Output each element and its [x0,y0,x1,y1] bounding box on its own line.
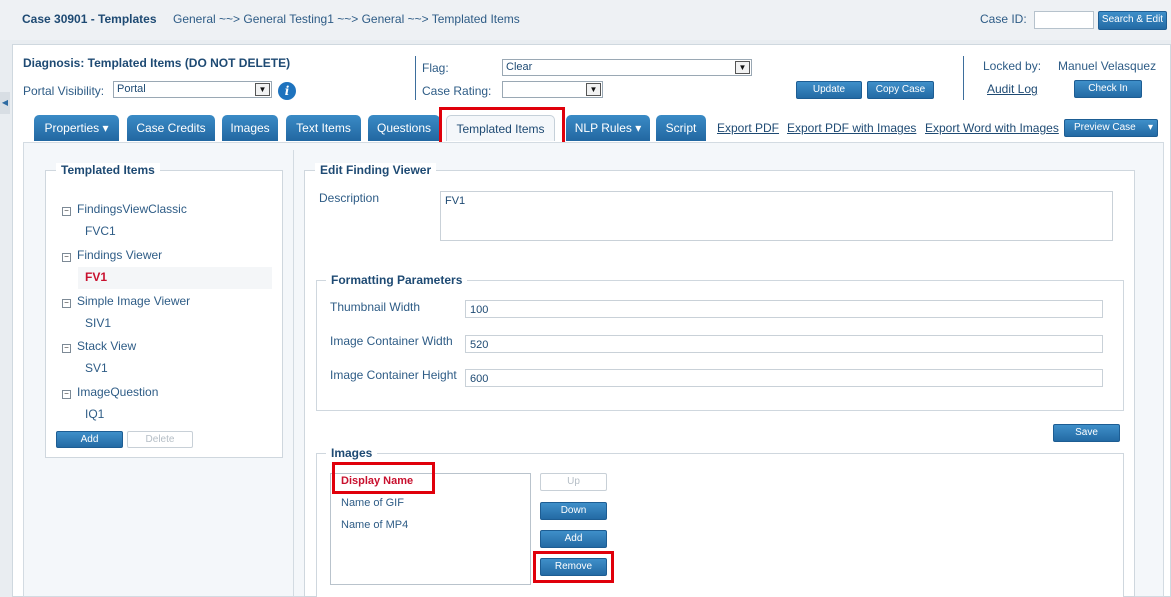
thumbnail-width-label: Thumbnail Width [330,300,421,314]
preview-case-button[interactable]: Preview Case ▾ [1064,119,1158,137]
portal-visibility-label: Portal Visibility: [23,84,105,98]
collapse-icon[interactable]: − [62,299,71,308]
tab-properties[interactable]: Properties ▾ [34,115,119,141]
copy-case-button[interactable]: Copy Case [867,81,934,99]
collapse-icon[interactable]: − [62,344,71,353]
save-button[interactable]: Save [1053,424,1120,442]
container-height-input[interactable]: 600 [465,369,1103,387]
tree-group[interactable]: Simple Image Viewer [77,294,190,308]
tree-child[interactable]: SV1 [85,361,108,375]
images-legend: Images [326,446,378,460]
case-rating-select[interactable]: ▼ [502,81,603,98]
tab-text-items[interactable]: Text Items [286,115,361,141]
tree-child[interactable]: IQ1 [85,407,104,421]
locked-by-value: Manuel Velasquez [1058,59,1157,73]
case-rating-label: Case Rating: [422,84,492,98]
divider [963,56,964,100]
collapse-icon[interactable]: − [62,390,71,399]
tree-child[interactable]: SIV1 [85,316,111,330]
tab-questions[interactable]: Questions [368,115,440,141]
tree-group[interactable]: Findings Viewer [77,248,162,262]
collapse-icon[interactable]: − [62,253,71,262]
list-item[interactable]: Name of MP4 [341,519,408,531]
tree-child-selected[interactable]: FV1 [85,270,107,284]
highlight-box [332,462,435,494]
update-button[interactable]: Update [796,81,862,99]
thumbnail-width-input[interactable]: 100 [465,300,1103,318]
portal-visibility-select[interactable]: Portal ▼ [113,81,272,98]
chevron-down-icon: ▼ [255,83,270,96]
audit-log-link[interactable]: Audit Log [987,82,1038,96]
tab-images[interactable]: Images [222,115,278,141]
add-template-button[interactable]: Add [56,431,123,448]
delete-template-button[interactable]: Delete [127,431,193,448]
tree-child[interactable]: FVC1 [85,224,116,238]
page-title: Case 30901 - Templates [22,12,157,26]
container-height-label: Image Container Height [330,368,457,382]
flag-label: Flag: [422,61,449,75]
search-edit-button[interactable]: Search & Edit [1098,11,1167,30]
formatting-legend: Formatting Parameters [326,273,468,287]
templated-items-legend: Templated Items [56,163,160,177]
tree-group[interactable]: Stack View [77,339,136,353]
chevron-down-icon: ▼ [586,83,601,96]
info-icon[interactable]: i [278,82,296,100]
selected-row-bg [78,267,272,289]
description-textarea[interactable]: FV1 [440,191,1113,241]
edit-finding-viewer-legend: Edit Finding Viewer [315,163,437,177]
portal-visibility-value: Portal [117,83,146,95]
chevron-down-icon: ▾ [1147,122,1153,133]
divider [415,56,416,100]
case-id-input[interactable] [1034,11,1094,29]
highlight-box [533,551,614,583]
up-button[interactable]: Up [540,473,607,491]
preview-case-label: Preview Case [1074,122,1136,133]
tree-group[interactable]: FindingsViewClassic [77,202,187,216]
container-width-input[interactable]: 520 [465,335,1103,353]
locked-by-label: Locked by: [983,59,1042,73]
export-pdf-images-link[interactable]: Export PDF with Images [787,121,916,135]
chevron-down-icon: ▼ [735,61,750,74]
divider [293,150,294,597]
case-id-label: Case ID: [980,12,1027,26]
breadcrumb: General ~~> General Testing1 ~~> General… [173,12,520,26]
description-label: Description [319,191,380,205]
tab-nlp-rules[interactable]: NLP Rules ▾ [566,115,650,141]
add-image-button[interactable]: Add [540,530,607,548]
container-width-label: Image Container Width [330,334,453,348]
collapse-arrow-icon[interactable]: ◀ [0,92,10,114]
check-in-button[interactable]: Check In [1074,80,1142,98]
export-pdf-link[interactable]: Export PDF [717,121,779,135]
tree-group[interactable]: ImageQuestion [77,385,158,399]
diagnosis-title: Diagnosis: Templated Items (DO NOT DELET… [23,56,291,70]
flag-select[interactable]: Clear ▼ [502,59,752,76]
down-button[interactable]: Down [540,502,607,520]
export-word-images-link[interactable]: Export Word with Images [925,121,1059,135]
collapse-icon[interactable]: − [62,207,71,216]
flag-value: Clear [506,61,533,73]
tab-script[interactable]: Script [656,115,706,141]
list-item[interactable]: Name of GIF [341,497,404,509]
tab-case-credits[interactable]: Case Credits [127,115,215,141]
